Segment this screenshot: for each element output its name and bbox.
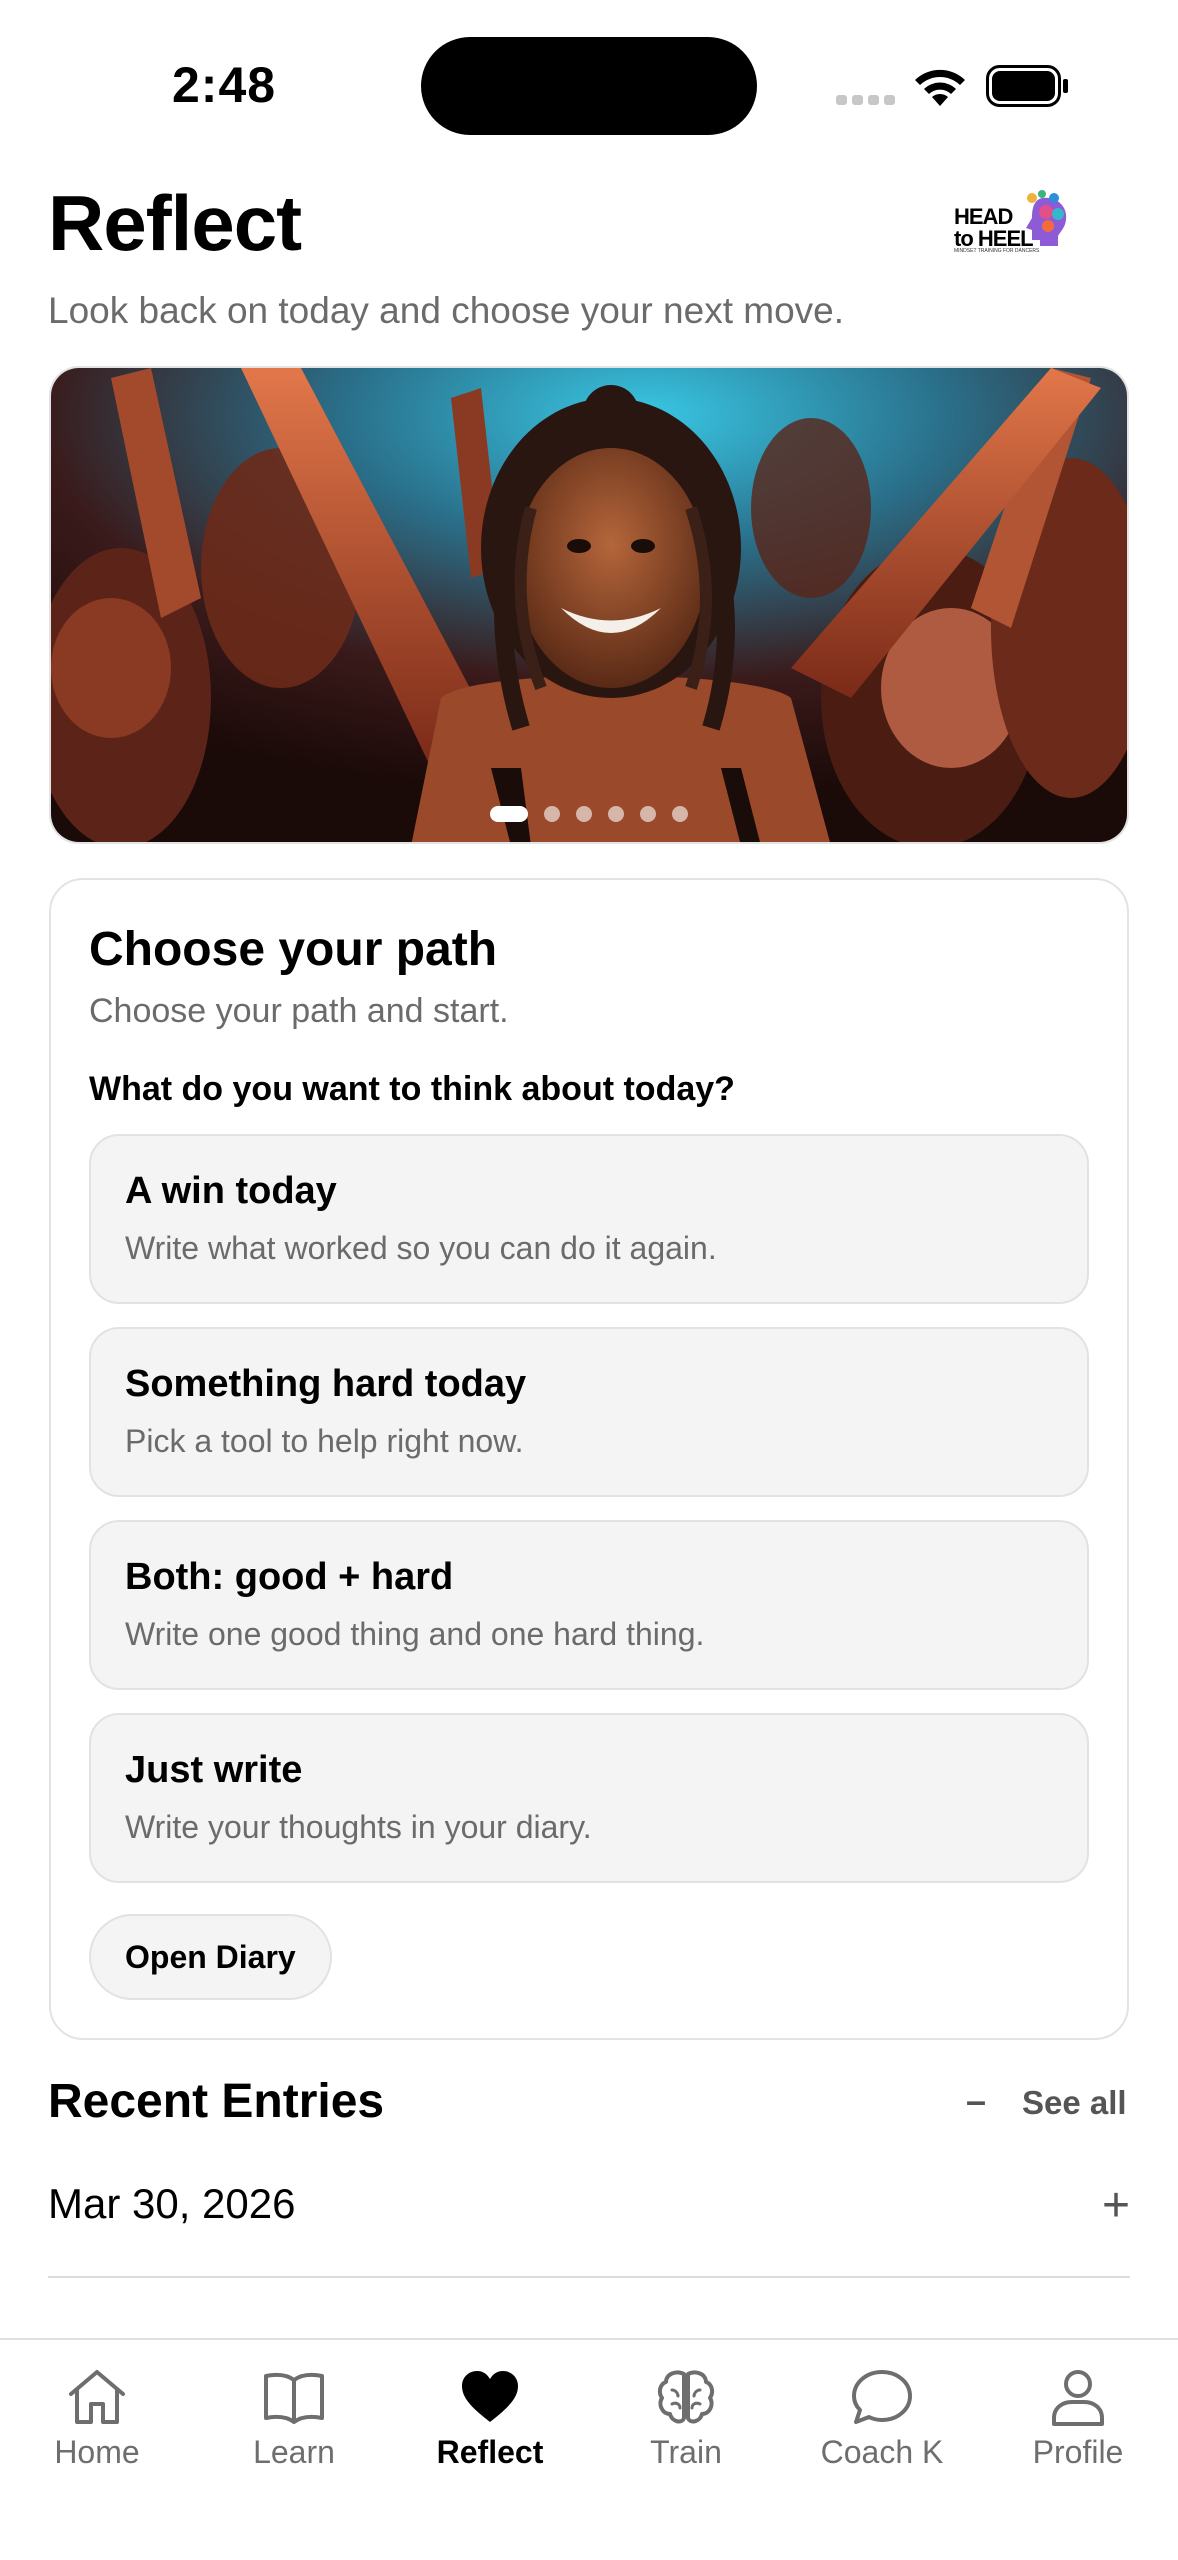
option-title: Just write bbox=[125, 1749, 303, 1791]
tab-label: Profile bbox=[1032, 2434, 1124, 2470]
option-description: Write your thoughts in your diary. bbox=[125, 1809, 592, 1845]
open-diary-button[interactable]: Open Diary bbox=[89, 1914, 332, 2000]
page-title: Reflect bbox=[48, 179, 302, 267]
option-description: Write one good thing and one hard thing. bbox=[125, 1616, 705, 1652]
brain-icon bbox=[657, 2370, 715, 2424]
head-logo-mark-icon bbox=[1026, 190, 1067, 246]
see-all-link[interactable]: See all bbox=[1022, 2084, 1127, 2122]
tab-profile[interactable]: Profile bbox=[988, 2366, 1168, 2486]
collapse-toggle[interactable]: – bbox=[966, 2080, 986, 2122]
chat-bubble-icon bbox=[852, 2370, 912, 2424]
tab-label: Home bbox=[54, 2434, 140, 2470]
tab-learn[interactable]: Learn bbox=[204, 2366, 384, 2486]
home-icon bbox=[69, 2370, 125, 2424]
card-title: Choose your path bbox=[89, 923, 498, 976]
carousel-dot[interactable] bbox=[672, 806, 688, 822]
option-title: Both: good + hard bbox=[125, 1556, 454, 1598]
status-time: 2:48 bbox=[172, 57, 277, 113]
option-something-hard[interactable]: Something hard today Pick a tool to help… bbox=[89, 1327, 1089, 1497]
carousel-dot[interactable] bbox=[608, 806, 624, 822]
carousel-pagination[interactable] bbox=[51, 806, 1127, 822]
battery-icon bbox=[986, 65, 1068, 107]
option-win-today[interactable]: A win today Write what worked so you can… bbox=[89, 1134, 1089, 1304]
person-icon bbox=[1052, 2370, 1104, 2426]
dynamic-island bbox=[421, 37, 757, 135]
status-bar: 2:48 bbox=[0, 0, 1178, 160]
recent-entries-title: Recent Entries bbox=[48, 2075, 385, 2128]
entry-row[interactable]: Mar 30, 2026 + bbox=[48, 2162, 1130, 2278]
card-subtitle: Choose your path and start. bbox=[89, 992, 509, 1030]
carousel-dot[interactable] bbox=[640, 806, 656, 822]
tab-label: Coach K bbox=[820, 2434, 944, 2470]
heart-icon bbox=[462, 2371, 518, 2422]
bottom-tab-bar: Home Learn Reflect Train Coach K Profile bbox=[0, 2338, 1178, 2560]
book-icon bbox=[264, 2372, 324, 2424]
tab-label: Train bbox=[650, 2434, 722, 2470]
page-subtitle: Look back on today and choose your next … bbox=[48, 290, 845, 331]
carousel-dot[interactable] bbox=[576, 806, 592, 822]
wifi-icon bbox=[915, 69, 965, 106]
head-to-heel-logo: HEAD to HEEL MINDSET TRAINING FOR DANCER… bbox=[952, 186, 1072, 262]
choose-path-card: Choose your path Choose your path and st… bbox=[49, 878, 1129, 2040]
carousel-dot[interactable] bbox=[490, 806, 528, 822]
option-title: Something hard today bbox=[125, 1363, 527, 1405]
hero-carousel[interactable] bbox=[49, 366, 1129, 844]
dancer-celebration-image bbox=[51, 368, 1127, 842]
option-both-good-hard[interactable]: Both: good + hard Write one good thing a… bbox=[89, 1520, 1089, 1690]
tab-coach-k[interactable]: Coach K bbox=[792, 2366, 972, 2486]
tab-label: Learn bbox=[253, 2434, 335, 2470]
option-title: A win today bbox=[125, 1170, 337, 1212]
option-just-write[interactable]: Just write Write your thoughts in your d… bbox=[89, 1713, 1089, 1883]
path-question: What do you want to think about today? bbox=[89, 1070, 735, 1108]
tab-home[interactable]: Home bbox=[7, 2366, 187, 2486]
expand-entry-button[interactable]: + bbox=[1102, 2178, 1130, 2233]
tab-train[interactable]: Train bbox=[596, 2366, 776, 2486]
tab-label: Reflect bbox=[436, 2434, 544, 2470]
option-description: Pick a tool to help right now. bbox=[125, 1423, 524, 1459]
option-description: Write what worked so you can do it again… bbox=[125, 1230, 717, 1266]
carousel-dot[interactable] bbox=[544, 806, 560, 822]
entry-date: Mar 30, 2026 bbox=[48, 2180, 296, 2227]
cellular-signal-icon bbox=[836, 95, 896, 105]
tab-reflect[interactable]: Reflect bbox=[400, 2366, 580, 2486]
